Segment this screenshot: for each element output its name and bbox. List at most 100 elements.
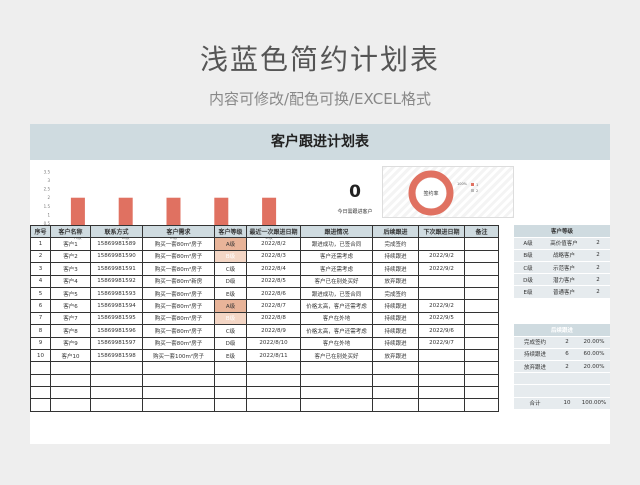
table-cell[interactable]: 跟进成功，已签合同 <box>300 286 373 301</box>
table-row[interactable]: 6 客户6 15869981594 购买一套80m²房子 A级 2022/8/7 价格太高，… <box>30 299 499 313</box>
table-cell[interactable]: 15869981595 <box>90 311 143 326</box>
table-cell[interactable]: 购买一套100m²房子 <box>142 348 215 363</box>
table-cell[interactable]: 购买一套80m²房子 <box>142 311 215 326</box>
table-cell[interactable]: C级 <box>214 324 247 338</box>
column-header[interactable]: 客户等级 <box>214 224 247 239</box>
table-cell[interactable]: 4 <box>30 274 51 288</box>
column-header[interactable]: 联系方式 <box>90 224 143 239</box>
table-cell[interactable]: 客户9 <box>50 336 91 350</box>
table-cell[interactable] <box>418 361 465 375</box>
table-cell[interactable]: 购买一套80m²房子 <box>142 324 215 338</box>
table-cell[interactable] <box>418 286 465 301</box>
table-cell[interactable] <box>300 398 373 412</box>
table-cell[interactable] <box>464 286 499 301</box>
table-row[interactable]: 8 客户8 15869981596 购买一套80m²房子 C级 2022/8/9 价格太高，… <box>30 324 499 338</box>
table-cell[interactable]: 2022/9/2 <box>418 262 465 276</box>
table-cell[interactable]: 9 <box>30 336 51 350</box>
table-cell[interactable] <box>214 361 247 375</box>
table-cell[interactable] <box>418 373 465 388</box>
column-header[interactable]: 序号 <box>30 224 51 239</box>
table-cell[interactable] <box>300 361 373 375</box>
table-cell[interactable]: 2022/9/2 <box>418 249 465 264</box>
column-header[interactable]: 备注 <box>464 224 499 239</box>
table-cell[interactable]: 6 <box>30 299 51 313</box>
table-cell[interactable] <box>30 361 51 375</box>
table-cell[interactable]: 客户2 <box>50 249 91 264</box>
table-cell[interactable]: 跟进成功，已签合同 <box>300 237 373 251</box>
table-cell[interactable] <box>372 398 419 412</box>
table-cell[interactable]: 15869981592 <box>90 274 143 288</box>
table-cell[interactable] <box>50 386 91 400</box>
table-cell[interactable] <box>90 398 143 412</box>
table-cell[interactable]: 5 <box>30 286 51 301</box>
column-header[interactable]: 后续跟进 <box>372 224 419 239</box>
table-cell[interactable]: 客户已在别处买好 <box>300 274 373 288</box>
table-cell[interactable]: 15869981597 <box>90 336 143 350</box>
table-cell[interactable] <box>464 324 499 338</box>
table-row[interactable]: 4 客户4 15869981592 购买一套80m²新房 D级 2022/8/5 客户已在别… <box>30 274 499 288</box>
table-cell[interactable] <box>50 373 91 388</box>
table-row[interactable]: 1 客户1 15869981589 购买一套80m²房子 A级 2022/8/2 跟进成功，… <box>30 237 499 251</box>
table-cell[interactable]: 客户已在别处买好 <box>300 348 373 363</box>
table-cell[interactable]: 客户在外地 <box>300 336 373 350</box>
column-header[interactable]: 客户名称 <box>50 224 91 239</box>
table-cell[interactable]: E级 <box>214 286 247 301</box>
table-cell[interactable]: 2022/9/7 <box>418 336 465 350</box>
table-cell[interactable]: 价格太高，客户还需考虑 <box>300 324 373 338</box>
table-cell[interactable] <box>418 237 465 251</box>
table-cell[interactable] <box>30 373 51 388</box>
column-header[interactable]: 下次跟进日期 <box>418 224 465 239</box>
table-row[interactable]: 10 客户10 15869981598 购买一套100m²房子 E级 2022/8/11 客… <box>30 348 499 363</box>
table-cell[interactable]: 购买一套80m²房子 <box>142 299 215 313</box>
table-cell[interactable]: 2022/9/5 <box>418 311 465 326</box>
table-row[interactable]: 2 客户2 15869981590 购买一套80m²房子 B级 2022/8/3 客户还需考… <box>30 249 499 264</box>
table-cell[interactable]: 持续跟进 <box>372 262 419 276</box>
table-cell[interactable]: 客户1 <box>50 237 91 251</box>
table-cell[interactable] <box>90 361 143 375</box>
table-cell[interactable] <box>464 311 499 326</box>
table-cell[interactable] <box>464 249 499 264</box>
table-cell[interactable] <box>30 386 51 400</box>
table-cell[interactable]: 10 <box>30 348 51 363</box>
table-cell[interactable] <box>372 386 419 400</box>
table-cell[interactable] <box>372 361 419 375</box>
table-row[interactable]: 5 客户5 15869981593 购买一套80m²房子 E级 2022/8/6 跟进成功，… <box>30 286 499 301</box>
table-cell[interactable] <box>464 398 499 412</box>
table-cell[interactable]: 完成签约 <box>372 237 419 251</box>
table-cell[interactable]: 15869981590 <box>90 249 143 264</box>
table-cell[interactable] <box>372 373 419 388</box>
table-cell[interactable]: 购买一套80m²房子 <box>142 237 215 251</box>
table-cell[interactable]: 客户10 <box>50 348 91 363</box>
table-cell[interactable] <box>142 361 215 375</box>
table-cell[interactable] <box>90 386 143 400</box>
table-cell[interactable]: 2022/8/11 <box>246 348 301 363</box>
table-cell[interactable]: 客户5 <box>50 286 91 301</box>
table-cell[interactable]: 客户7 <box>50 311 91 326</box>
table-cell[interactable]: 客户在外地 <box>300 311 373 326</box>
table-cell[interactable]: 购买一套80m²房子 <box>142 286 215 301</box>
table-cell[interactable]: 购买一套80m²新房 <box>142 274 215 288</box>
table-cell[interactable] <box>418 386 465 400</box>
table-cell[interactable]: 2022/8/9 <box>246 324 301 338</box>
table-cell[interactable] <box>464 386 499 400</box>
table-cell[interactable] <box>246 361 301 375</box>
table-cell[interactable]: 持续跟进 <box>372 336 419 350</box>
table-cell[interactable]: 完成签约 <box>372 286 419 301</box>
table-cell[interactable]: 持续跟进 <box>372 249 419 264</box>
table-cell[interactable]: 2022/9/6 <box>418 324 465 338</box>
table-cell[interactable]: 持续跟进 <box>372 311 419 326</box>
table-cell[interactable]: B级 <box>214 311 247 326</box>
table-cell[interactable]: 15869981591 <box>90 262 143 276</box>
empty-row[interactable] <box>30 398 499 412</box>
table-cell[interactable]: 15869981594 <box>90 299 143 313</box>
table-cell[interactable]: 2022/8/7 <box>246 299 301 313</box>
table-cell[interactable] <box>300 386 373 400</box>
table-cell[interactable]: D级 <box>214 274 247 288</box>
table-cell[interactable]: 15869981589 <box>90 237 143 251</box>
table-cell[interactable]: E级 <box>214 348 247 363</box>
table-cell[interactable]: 价格太高，客户还需考虑 <box>300 299 373 313</box>
table-cell[interactable]: 8 <box>30 324 51 338</box>
table-cell[interactable] <box>214 386 247 400</box>
table-cell[interactable]: A级 <box>214 299 247 313</box>
table-cell[interactable] <box>142 373 215 388</box>
